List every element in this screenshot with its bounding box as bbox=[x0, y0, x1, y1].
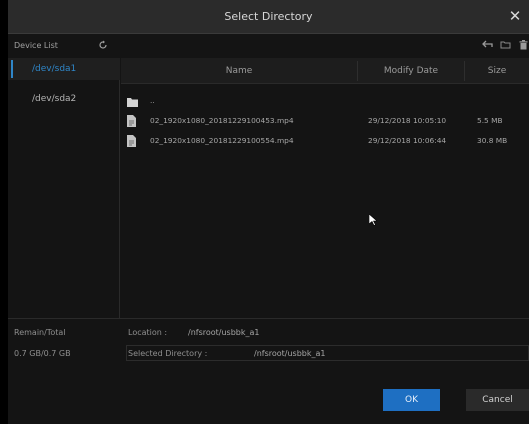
device-list: /dev/sda1 /dev/sda2 bbox=[8, 58, 120, 318]
selected-directory-field[interactable]: Selected Directory : /nfsroot/usbbk_a1 bbox=[126, 345, 529, 361]
column-header-modify-date[interactable]: Modify Date bbox=[358, 58, 464, 84]
footer-divider bbox=[8, 318, 529, 319]
file-name: .. bbox=[150, 96, 155, 105]
ok-button[interactable]: OK bbox=[383, 389, 440, 411]
file-list: Name Modify Date Size .. 02_1920x1080_20… bbox=[121, 58, 529, 318]
table-row[interactable]: 02_1920x1080_20181229100554.mp4 29/12/20… bbox=[121, 131, 529, 151]
folder-icon bbox=[127, 95, 138, 107]
cancel-button[interactable]: Cancel bbox=[466, 389, 529, 411]
dialog-title: Select Directory bbox=[224, 10, 313, 23]
location-label: Location : bbox=[128, 328, 168, 337]
file-icon bbox=[127, 115, 138, 127]
table-row[interactable]: .. bbox=[121, 91, 529, 111]
selection-indicator bbox=[11, 60, 13, 78]
column-header-size[interactable]: Size bbox=[465, 58, 529, 84]
file-icon bbox=[127, 135, 138, 147]
title-bar: Select Directory ✕ bbox=[8, 0, 529, 34]
column-header-name[interactable]: Name bbox=[121, 58, 357, 84]
remain-total-label: Remain/Total bbox=[14, 328, 66, 337]
file-name: 02_1920x1080_20181229100453.mp4 bbox=[150, 116, 294, 125]
device-item-sda2[interactable]: /dev/sda2 bbox=[8, 88, 120, 110]
toolbar-actions bbox=[481, 38, 529, 54]
back-icon[interactable] bbox=[481, 40, 493, 52]
location-value: /nfsroot/usbbk_a1 bbox=[188, 328, 260, 337]
refresh-icon[interactable] bbox=[96, 37, 110, 53]
table-row[interactable]: 02_1920x1080_20181229100453.mp4 29/12/20… bbox=[121, 111, 529, 131]
file-date: 29/12/2018 10:06:44 bbox=[368, 136, 447, 145]
file-table-header: Name Modify Date Size bbox=[121, 58, 529, 84]
close-icon[interactable]: ✕ bbox=[507, 7, 523, 25]
selected-directory-value: /nfsroot/usbbk_a1 bbox=[254, 349, 326, 358]
left-edge bbox=[0, 0, 8, 424]
device-item-sda1[interactable]: /dev/sda1 bbox=[8, 58, 120, 80]
file-size: 30.8 MB bbox=[477, 136, 508, 145]
device-label: /dev/sda2 bbox=[32, 94, 77, 104]
file-date: 29/12/2018 10:05:10 bbox=[368, 116, 447, 125]
file-name: 02_1920x1080_20181229100554.mp4 bbox=[150, 136, 294, 145]
new-folder-icon[interactable] bbox=[499, 40, 511, 52]
remain-total-value: 0.7 GB/0.7 GB bbox=[14, 349, 71, 358]
mouse-cursor-icon bbox=[368, 213, 379, 226]
device-label: /dev/sda1 bbox=[32, 64, 77, 74]
trash-icon[interactable] bbox=[517, 40, 529, 52]
device-list-label: Device List bbox=[14, 41, 58, 50]
selected-directory-label: Selected Directory : bbox=[128, 349, 208, 358]
file-size: 5.5 MB bbox=[477, 116, 503, 125]
toolbar: Device List bbox=[8, 34, 529, 58]
select-directory-dialog: Select Directory ✕ Device List /dev/sda1… bbox=[8, 0, 529, 424]
